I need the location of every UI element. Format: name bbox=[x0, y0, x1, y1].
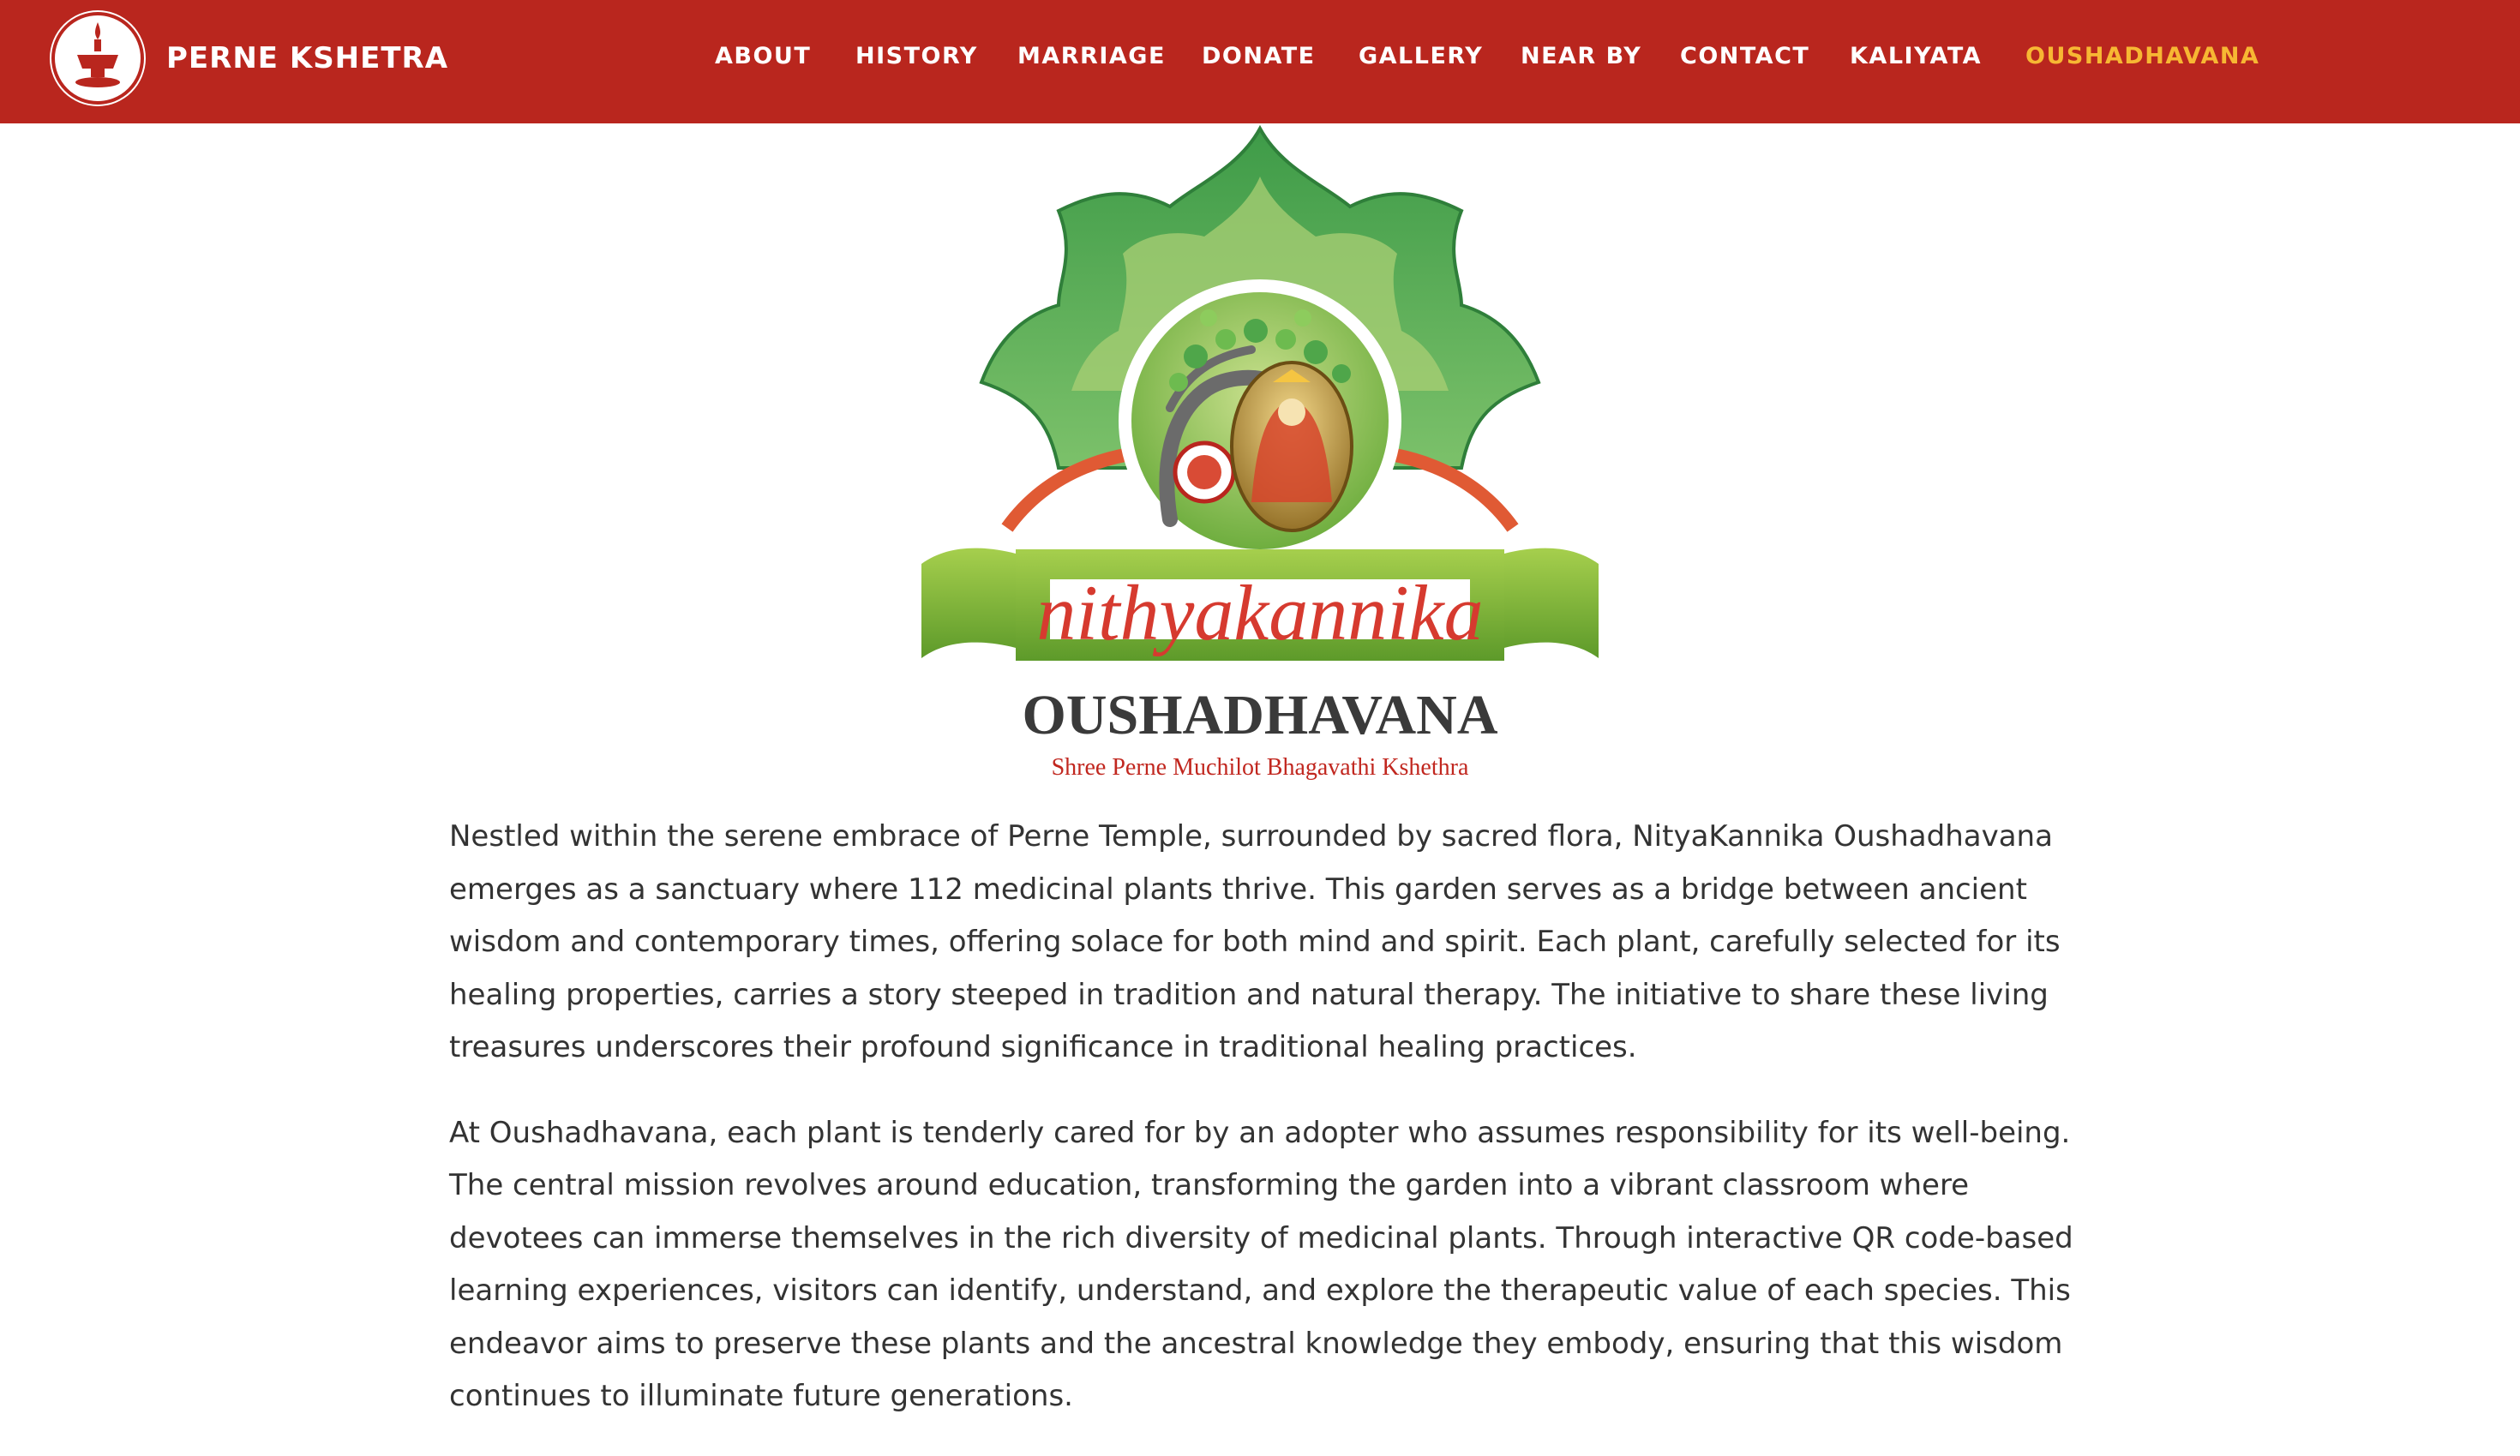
script-title: nithyakannika bbox=[1036, 569, 1483, 656]
hero-title: OUSHADHAVANA bbox=[1022, 684, 1497, 746]
mission-paragraph: At Oushadhavana, each plant is tenderly … bbox=[449, 1115, 2073, 1414]
nav-item-kaliyata[interactable]: KALIYATA bbox=[1850, 43, 1982, 69]
nav-item-near-by[interactable]: NEAR BY bbox=[1521, 43, 1641, 69]
content-section: Nestled within the serene embrace of Per… bbox=[449, 811, 2078, 1456]
site-header: PERNE KSHETRA ABOUT HISTORY MARRIAGE DON… bbox=[0, 0, 2520, 123]
main-nav: ABOUT HISTORY MARRIAGE DONATE GALLERY NE… bbox=[0, 0, 2520, 123]
deity-image bbox=[1230, 361, 1353, 532]
temple-emblem-icon bbox=[1173, 440, 1236, 504]
nav-item-donate[interactable]: DONATE bbox=[1202, 43, 1316, 69]
nav-item-gallery[interactable]: GALLERY bbox=[1359, 43, 1483, 69]
hero-subtitle: Shree Perne Muchilot Bhagavathi Kshethra bbox=[1052, 754, 1469, 781]
nav-item-about[interactable]: ABOUT bbox=[715, 43, 811, 69]
nav-item-contact[interactable]: CONTACT bbox=[1680, 43, 1809, 69]
nav-item-marriage[interactable]: MARRIAGE bbox=[1017, 43, 1166, 69]
nav-item-history[interactable]: HISTORY bbox=[855, 43, 978, 69]
nav-item-oushadhavana[interactable]: OUSHADHAVANA bbox=[2025, 43, 2259, 69]
oushadhavana-logo: nithyakannika OUSHADHAVANA Shree Perne M… bbox=[913, 125, 1607, 794]
intro-paragraph: Nestled within the serene embrace of Per… bbox=[449, 819, 2061, 1064]
